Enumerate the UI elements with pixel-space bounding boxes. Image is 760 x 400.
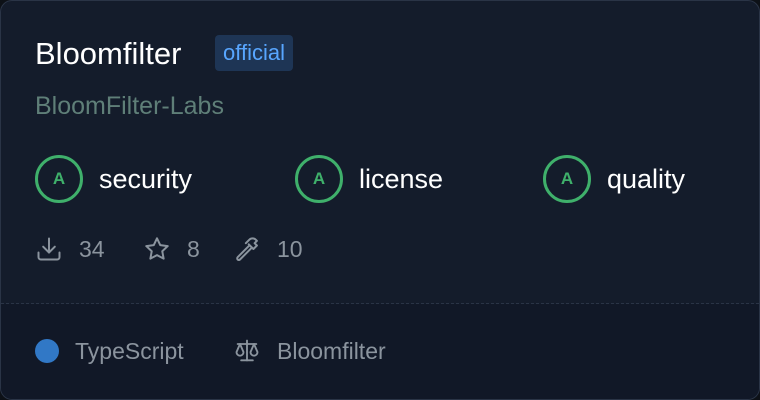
card-footer: TypeScript Bloomfilter: [1, 304, 759, 399]
grade-circle: A: [35, 155, 83, 203]
downloads-count: 34: [79, 235, 105, 262]
dependents-count: 10: [277, 235, 303, 262]
download-icon: [35, 235, 63, 263]
score-quality: A quality: [543, 155, 685, 203]
language-name: TypeScript: [75, 337, 184, 364]
scale-icon: [233, 337, 261, 365]
package-card[interactable]: Bloomfilter official BloomFilter-Labs A …: [0, 0, 760, 400]
stars-count: 8: [187, 235, 200, 262]
language-info: TypeScript: [35, 335, 184, 367]
package-name[interactable]: Bloomfilter: [35, 35, 181, 73]
score-license: A license: [295, 155, 443, 203]
dependents-stat: 10: [233, 233, 303, 265]
hammer-icon: [233, 235, 261, 263]
score-label: quality: [607, 163, 686, 194]
organization-link[interactable]: BloomFilter-Labs: [35, 90, 224, 122]
star-icon: [143, 235, 171, 263]
grade-circle: A: [295, 155, 343, 203]
score-label: license: [359, 163, 444, 194]
score-security: A security: [35, 155, 192, 203]
official-badge: official: [215, 35, 293, 71]
grade-circle: A: [543, 155, 591, 203]
card-main: Bloomfilter official BloomFilter-Labs A …: [1, 1, 759, 303]
license-info: Bloomfilter: [233, 335, 386, 367]
score-label: security: [99, 163, 193, 194]
downloads-stat: 34: [35, 233, 105, 265]
license-name: Bloomfilter: [277, 337, 386, 364]
language-color-dot: [35, 339, 59, 363]
stars-stat: 8: [143, 233, 200, 265]
